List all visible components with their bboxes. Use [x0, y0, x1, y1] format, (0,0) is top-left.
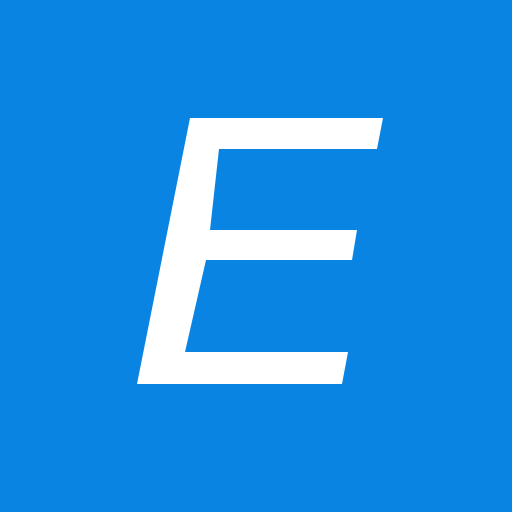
- letter-e-glyph: [137, 118, 383, 384]
- letter-e-logo-icon: [137, 118, 383, 384]
- app-icon-tile: [0, 0, 512, 512]
